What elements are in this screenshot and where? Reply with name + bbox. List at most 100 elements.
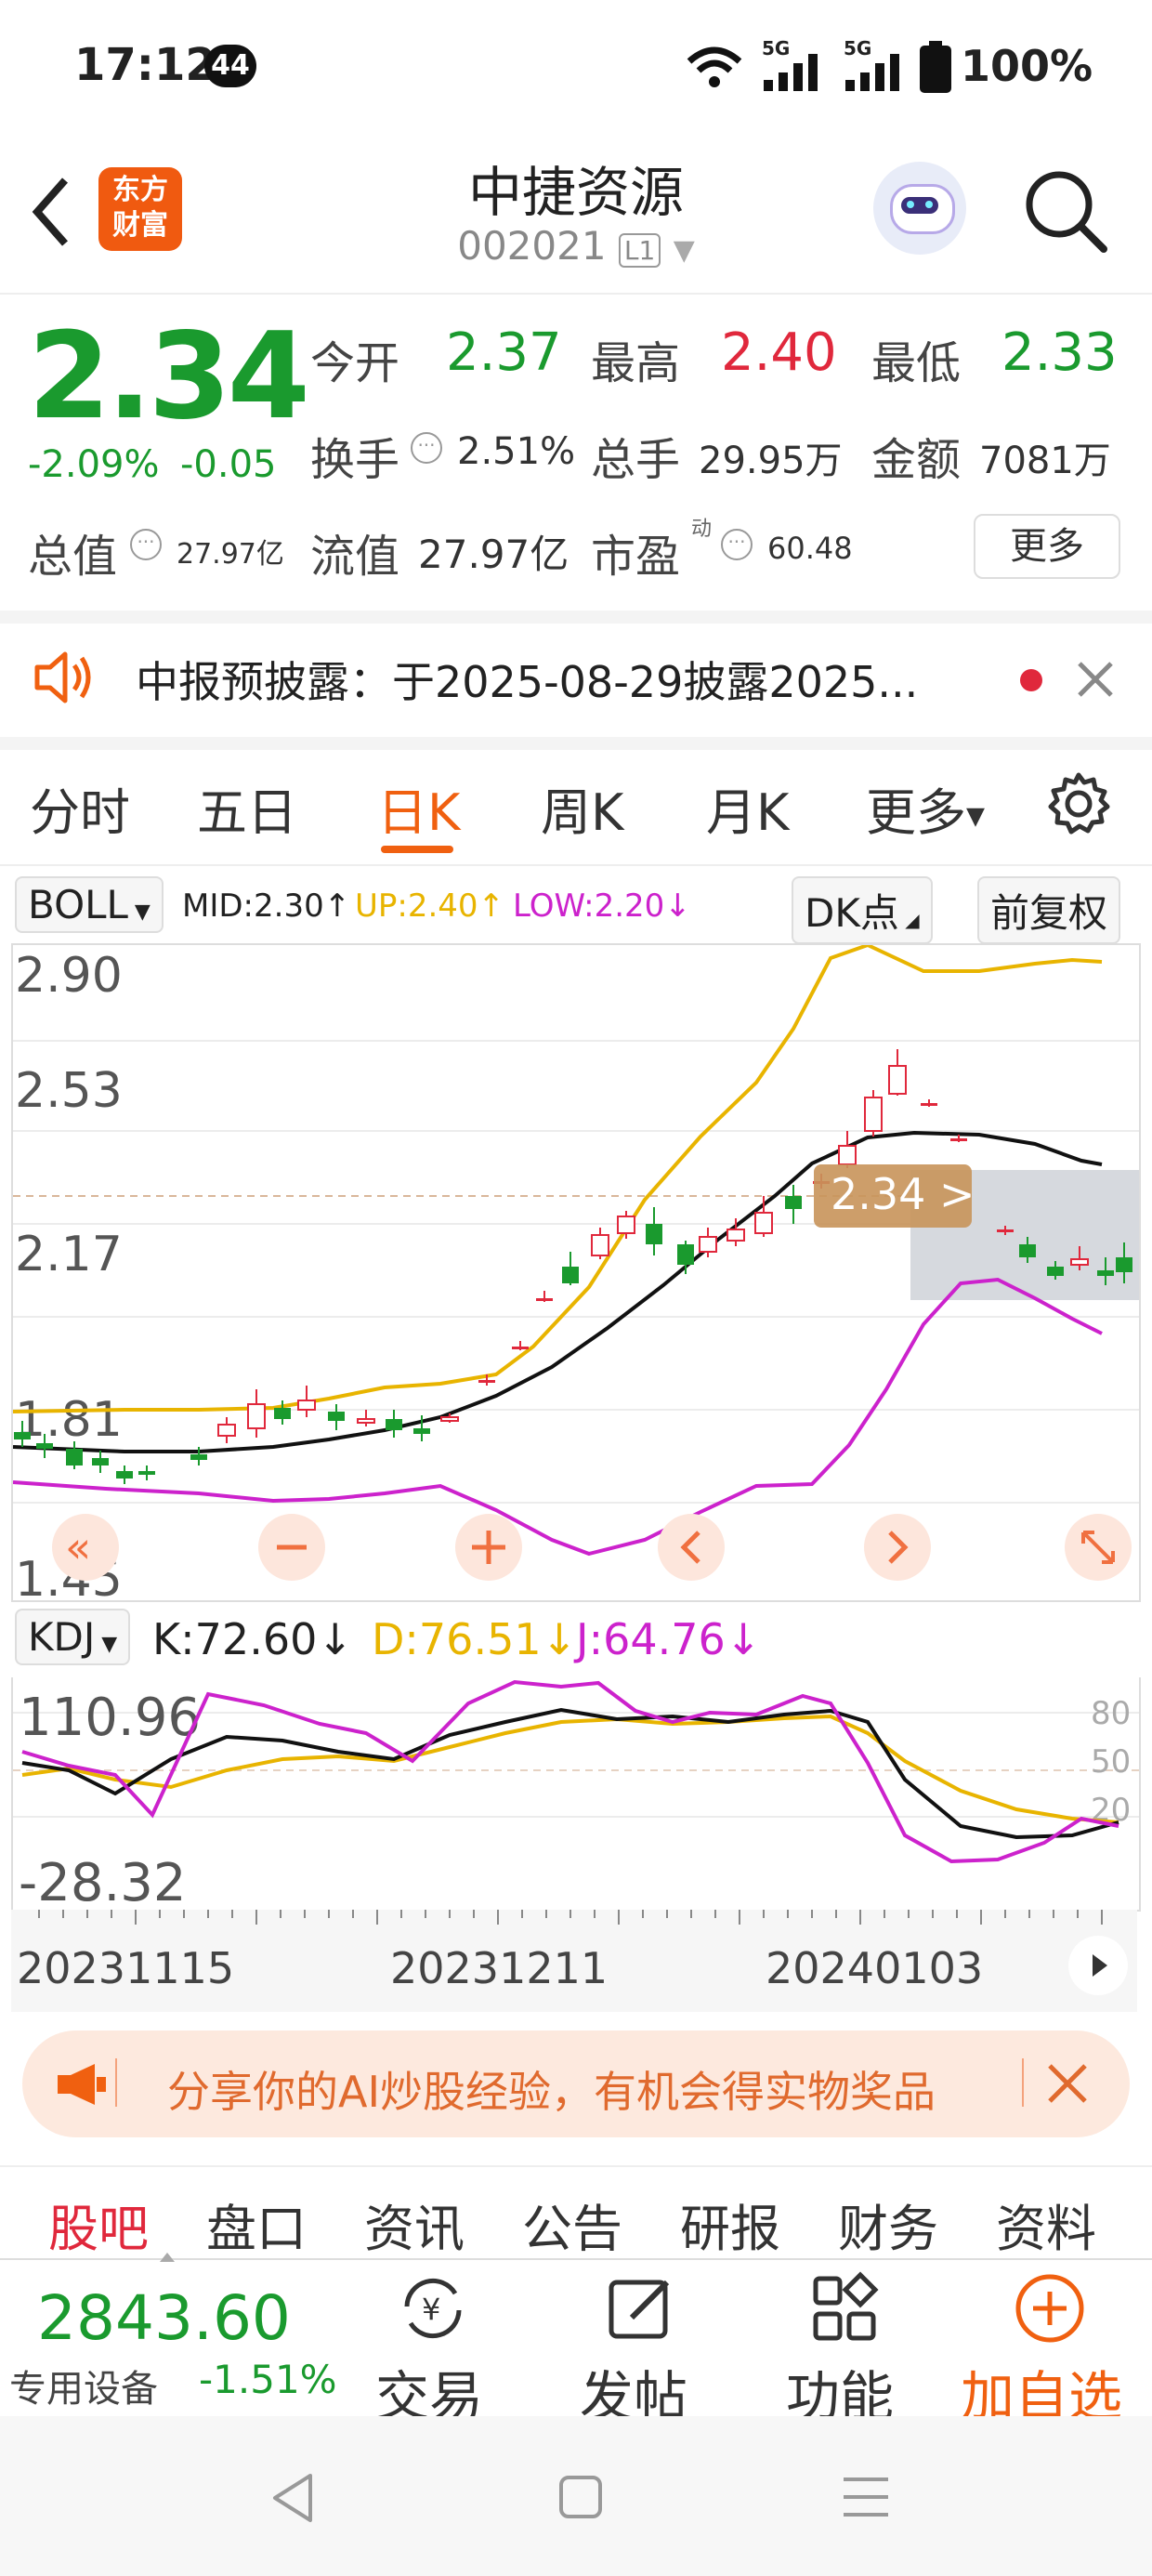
notice-bar[interactable]: 中报预披露：于2025-08-29披露2025... bbox=[0, 621, 1152, 750]
candle-body bbox=[864, 1097, 883, 1132]
double-chevron-left-icon: « bbox=[65, 1522, 91, 1572]
scroll-right-button[interactable] bbox=[864, 1514, 931, 1581]
status-bar: 17:12 44 5G 5G 100% bbox=[0, 0, 1152, 139]
kdj-level-50: 50 bbox=[1091, 1743, 1131, 1781]
index-value[interactable]: 2843.60 bbox=[37, 2282, 291, 2354]
candle-body bbox=[36, 1443, 53, 1449]
amount-value: 7081万 bbox=[979, 440, 1111, 482]
kdj-selector[interactable]: KDJ ▼ bbox=[15, 1609, 131, 1665]
tab-weekly-k[interactable]: 周K bbox=[541, 771, 623, 845]
compose-icon bbox=[609, 2280, 670, 2339]
tab-minute[interactable]: 分时 bbox=[30, 771, 130, 845]
y-label: 1.81 bbox=[15, 1392, 123, 1448]
search-icon[interactable] bbox=[1022, 167, 1111, 256]
candle-body bbox=[1047, 1267, 1064, 1276]
kline-chart[interactable]: 2.90 2.53 2.17 1.81 1.45 2.34 > « bbox=[11, 942, 1141, 1608]
tab-daily-k[interactable]: 日K bbox=[377, 771, 460, 845]
nav-menu-icon[interactable] bbox=[840, 2474, 892, 2520]
ai-assistant-avatar[interactable] bbox=[873, 162, 966, 255]
brand-logo-line2: 财富 bbox=[112, 209, 168, 242]
candle-body bbox=[440, 1416, 459, 1422]
tab-announcements[interactable]: 公告 bbox=[522, 2188, 622, 2261]
tab-news[interactable]: 资讯 bbox=[364, 2188, 465, 2261]
tab-more[interactable]: 更多▼ bbox=[866, 771, 985, 845]
open-value: 2.37 bbox=[446, 322, 562, 383]
kdj-chart[interactable]: 110.96 -28.32 80 50 20 bbox=[11, 1677, 1141, 1913]
kdj-indicator-row: KDJ ▼ K:72.60↓ D:76.51↓ J:64.76↓ bbox=[0, 1603, 1152, 1677]
boll-indicator-row: BOLL ▼ MID:2.30↑ UP:2.40↑ LOW:2.20↓ DK点 … bbox=[0, 869, 1152, 944]
candle-body bbox=[190, 1454, 207, 1460]
brand-logo: 东方 财富 bbox=[98, 167, 182, 251]
candle-body bbox=[138, 1471, 155, 1475]
candle-body bbox=[413, 1428, 430, 1434]
current-price: 2.34 bbox=[28, 308, 310, 446]
grid-apps-icon bbox=[813, 2271, 879, 2341]
close-icon[interactable] bbox=[1074, 658, 1117, 701]
candle-body bbox=[838, 1145, 857, 1165]
candle-body bbox=[92, 1458, 109, 1465]
more-button[interactable]: 更多 bbox=[974, 514, 1120, 579]
candle-body bbox=[512, 1347, 529, 1349]
wifi-icon bbox=[687, 46, 742, 87]
candle-body bbox=[478, 1380, 495, 1383]
float-value: 27.97亿 bbox=[418, 532, 569, 577]
candle-body bbox=[247, 1403, 266, 1429]
play-icon bbox=[1093, 1954, 1107, 1977]
candle-body bbox=[1070, 1258, 1089, 1266]
info-icon[interactable]: ··· bbox=[130, 529, 162, 560]
back-arrow-icon[interactable] bbox=[28, 175, 74, 249]
signal-icon-2 bbox=[845, 54, 899, 91]
caret-up-icon bbox=[160, 2253, 175, 2262]
chart-controls: « bbox=[52, 1514, 1132, 1581]
kdj-y-top: 110.96 bbox=[19, 1688, 201, 1748]
dk-point-button[interactable]: DK点 ◢ bbox=[792, 876, 933, 944]
candle-body bbox=[14, 1432, 31, 1439]
candle-body bbox=[116, 1471, 133, 1479]
tab-research[interactable]: 研报 bbox=[680, 2188, 780, 2261]
info-icon[interactable]: ··· bbox=[721, 529, 753, 560]
turnover-label: 换手 bbox=[310, 434, 400, 486]
tab-five-day[interactable]: 五日 bbox=[197, 771, 297, 845]
axis-date: 20231211 bbox=[390, 1943, 609, 1993]
candle-body bbox=[754, 1212, 773, 1234]
play-button[interactable] bbox=[1068, 1936, 1128, 1995]
tab-order-book[interactable]: 盘口 bbox=[206, 2188, 307, 2261]
nav-back-icon[interactable] bbox=[269, 2472, 316, 2524]
period-tabs: 分时 五日 日K 周K 月K 更多▼ bbox=[0, 743, 1152, 866]
info-icon[interactable]: ··· bbox=[411, 432, 442, 464]
level-badge: L1 bbox=[618, 233, 661, 268]
battery-level: 100% bbox=[961, 41, 1093, 91]
content-tabs: 股吧 盘口 资讯 公告 研报 财务 资料 bbox=[0, 2165, 1152, 2260]
y-label: 2.17 bbox=[15, 1227, 123, 1282]
promo-banner[interactable]: 分享你的AI炒股经验，有机会得实物奖品 bbox=[22, 2031, 1130, 2137]
adjust-button[interactable]: 前复权 bbox=[977, 876, 1121, 944]
candle-body bbox=[699, 1236, 717, 1253]
candle-body bbox=[536, 1298, 553, 1301]
divider bbox=[115, 2058, 117, 2107]
indicator-selector[interactable]: BOLL ▼ bbox=[15, 876, 164, 933]
tab-forum[interactable]: 股吧 bbox=[48, 2188, 149, 2261]
high-label: 最高 bbox=[591, 337, 681, 389]
caret-down-icon: ▼ bbox=[127, 900, 151, 924]
candle-body bbox=[386, 1419, 402, 1430]
y-label: 2.53 bbox=[15, 1063, 123, 1119]
settings-gear-icon[interactable] bbox=[1046, 771, 1111, 836]
tab-financials[interactable]: 财务 bbox=[838, 2188, 938, 2261]
system-nav-bar bbox=[0, 2416, 1152, 2576]
index-name: 专用设备 bbox=[9, 2368, 158, 2411]
stock-code-row[interactable]: 002021 L1 ▼ bbox=[390, 223, 762, 269]
change-amount: -0.05 bbox=[180, 443, 277, 486]
candle-body bbox=[617, 1216, 635, 1234]
axis-ticks bbox=[38, 1910, 1103, 1925]
price-tag-label: 2.34 > bbox=[831, 1169, 975, 1219]
nav-home-icon[interactable] bbox=[557, 2474, 604, 2520]
scroll-left-button[interactable] bbox=[658, 1514, 725, 1581]
kdj-level-80: 80 bbox=[1091, 1695, 1131, 1732]
tab-monthly-k[interactable]: 月K bbox=[706, 771, 789, 845]
chevron-down-icon: ▼ bbox=[673, 234, 695, 267]
candle-body bbox=[1019, 1244, 1036, 1257]
close-icon[interactable] bbox=[1046, 2062, 1089, 2105]
high-value: 2.40 bbox=[721, 322, 837, 383]
tab-profile[interactable]: 资料 bbox=[996, 2188, 1096, 2261]
kdj-d: D:76.51↓ bbox=[372, 1614, 578, 1664]
